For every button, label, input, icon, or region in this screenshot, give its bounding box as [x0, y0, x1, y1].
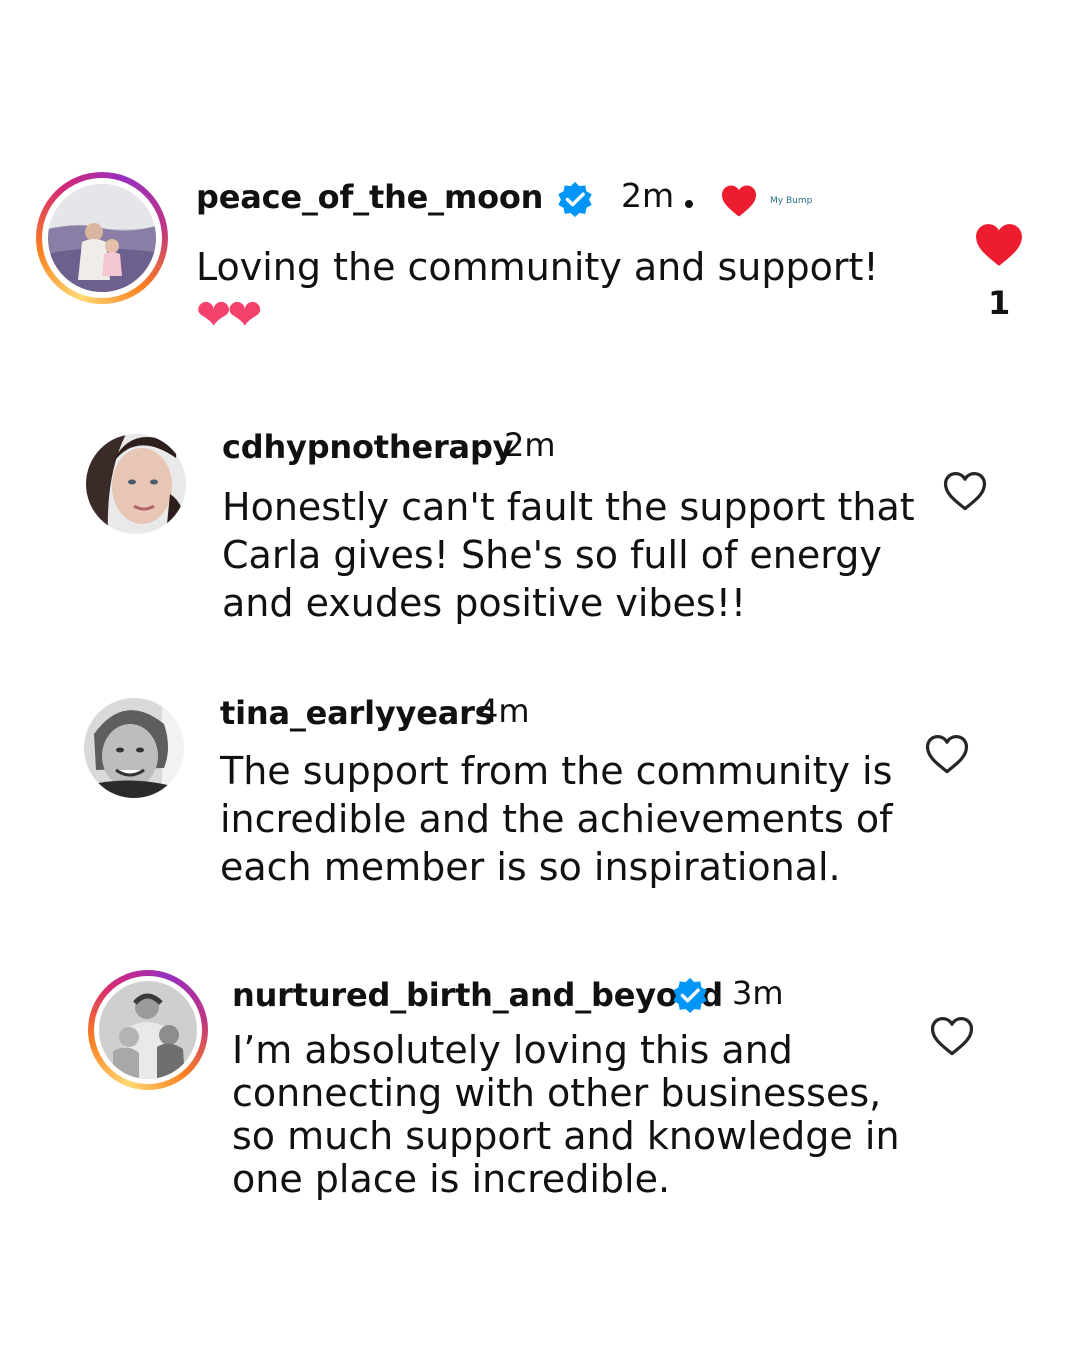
comment-timestamp: 3m	[732, 974, 784, 1012]
like-heart-icon[interactable]	[928, 1015, 976, 1057]
avatar[interactable]	[99, 981, 197, 1079]
verified-badge-icon	[673, 977, 707, 1014]
comment-item: nurtured_birth_and_beyond 3m I’m absolut…	[0, 0, 1080, 1220]
comment-text: I’m absolutely loving this and connectin…	[232, 1028, 900, 1201]
comment-username[interactable]: nurtured_birth_and_beyond	[232, 976, 723, 1014]
